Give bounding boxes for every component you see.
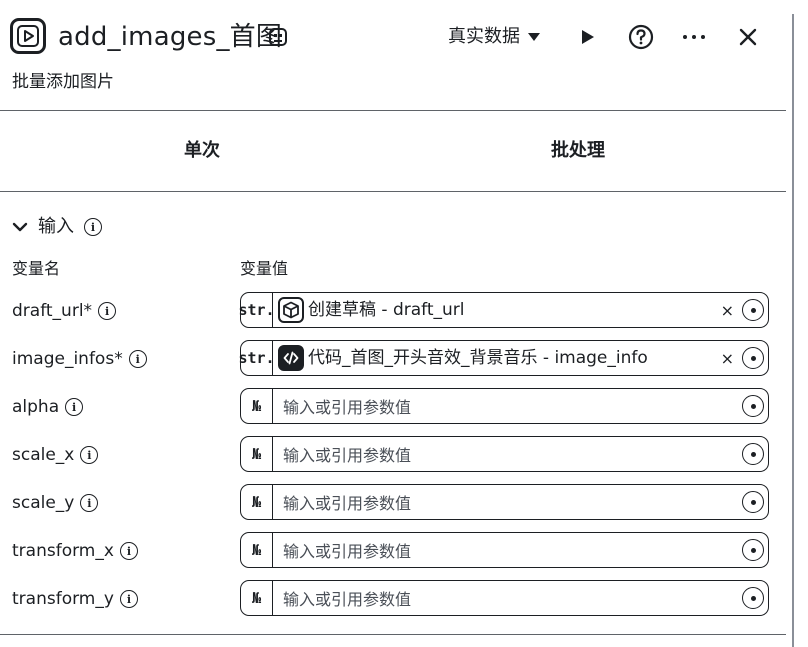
variable-reference-icon[interactable] bbox=[742, 587, 764, 609]
clear-button[interactable]: × bbox=[721, 301, 734, 320]
param-value-field[interactable]: str. 创建草稿 - draft_url × bbox=[238, 292, 769, 328]
variable-reference-icon[interactable] bbox=[742, 395, 764, 417]
param-value-field[interactable]: № 输入或引用参数值 bbox=[240, 388, 769, 424]
info-icon[interactable]: i bbox=[80, 446, 99, 464]
param-label: transform_x bbox=[12, 541, 114, 561]
param-label: scale_y bbox=[12, 493, 75, 513]
type-tag: str. bbox=[238, 341, 275, 375]
param-name: image_infos* i bbox=[12, 346, 147, 372]
input-placeholder[interactable]: 输入或引用参数值 bbox=[283, 538, 742, 562]
param-value-field[interactable]: № 输入或引用参数值 bbox=[240, 580, 769, 616]
help-button[interactable] bbox=[626, 22, 656, 52]
param-row-scale-x: scale_x i № 输入或引用参数值 bbox=[0, 436, 786, 474]
variable-reference-icon[interactable] bbox=[742, 443, 764, 465]
param-row-transform-x: transform_x i № 输入或引用参数值 bbox=[0, 532, 786, 570]
data-mode-label: 真实数据 bbox=[448, 26, 520, 47]
reference-value: 代码_首图_开头音效_背景音乐 - image_info bbox=[308, 348, 648, 368]
info-icon[interactable]: i bbox=[119, 590, 138, 608]
info-icon[interactable]: i bbox=[119, 542, 138, 560]
param-label: transform_y bbox=[12, 589, 114, 609]
node-description: 批量添加图片 bbox=[12, 72, 114, 92]
param-value-field[interactable]: № 输入或引用参数值 bbox=[240, 484, 769, 520]
param-name: scale_x i bbox=[12, 442, 99, 468]
plugin-badge-icon[interactable] bbox=[268, 26, 288, 48]
column-header-name: 变量名 bbox=[12, 259, 61, 278]
play-icon bbox=[582, 30, 594, 44]
type-tag: № bbox=[241, 437, 273, 471]
param-name: draft_url* i bbox=[12, 298, 117, 324]
data-mode-dropdown[interactable]: 真实数据 bbox=[448, 24, 540, 50]
section-divider bbox=[0, 634, 786, 635]
param-name: transform_x i bbox=[12, 538, 138, 564]
tab-batch[interactable]: 批处理 bbox=[551, 139, 605, 163]
more-icon bbox=[683, 35, 705, 39]
input-section-header[interactable]: 输入 i bbox=[12, 214, 102, 240]
type-tag: № bbox=[241, 581, 273, 615]
input-placeholder[interactable]: 输入或引用参数值 bbox=[283, 394, 742, 418]
variable-reference-icon[interactable] bbox=[742, 299, 764, 321]
section-title: 输入 bbox=[38, 216, 74, 237]
param-label: alpha bbox=[12, 397, 60, 417]
clear-button[interactable]: × bbox=[721, 349, 734, 368]
tabs-divider bbox=[0, 191, 786, 192]
box-icon bbox=[278, 297, 304, 323]
info-icon[interactable]: i bbox=[65, 398, 84, 416]
input-placeholder[interactable]: 输入或引用参数值 bbox=[283, 490, 742, 514]
mode-tabs: 单次 批处理 bbox=[0, 111, 786, 191]
caret-down-icon bbox=[528, 33, 540, 41]
param-row-image-infos: image_infos* i str. 代码_首图_开头音效_背景音乐 - im… bbox=[0, 340, 786, 378]
input-placeholder[interactable]: 输入或引用参数值 bbox=[283, 586, 742, 610]
close-button[interactable] bbox=[733, 22, 763, 52]
code-icon bbox=[278, 345, 304, 371]
param-value-field[interactable]: № 输入或引用参数值 bbox=[240, 532, 769, 568]
node-header: add_images_首图 真实数据 批量添加图片 bbox=[0, 0, 786, 110]
param-row-scale-y: scale_y i № 输入或引用参数值 bbox=[0, 484, 786, 522]
param-value-field[interactable]: str. 代码_首图_开头音效_背景音乐 - image_info × bbox=[238, 340, 769, 376]
type-tag: № bbox=[241, 485, 273, 519]
video-node-icon bbox=[10, 18, 46, 54]
scrollbar-track[interactable] bbox=[792, 14, 794, 647]
type-tag: str. bbox=[238, 293, 275, 327]
param-row-transform-y: transform_y i № 输入或引用参数值 bbox=[0, 580, 786, 618]
info-icon[interactable]: i bbox=[84, 218, 102, 236]
param-label: image_infos* bbox=[12, 349, 123, 369]
chevron-down-icon bbox=[12, 222, 28, 232]
param-row-draft-url: draft_url* i str. 创建草稿 - draft_url × bbox=[0, 292, 786, 330]
param-label: draft_url* bbox=[12, 301, 93, 321]
param-row-alpha: alpha i № 输入或引用参数值 bbox=[0, 388, 786, 426]
input-placeholder[interactable]: 输入或引用参数值 bbox=[283, 442, 742, 466]
node-title[interactable]: add_images_首图 bbox=[58, 20, 282, 54]
info-icon[interactable]: i bbox=[80, 494, 99, 512]
variable-reference-icon[interactable] bbox=[742, 347, 764, 369]
close-icon bbox=[739, 28, 757, 46]
param-value-field[interactable]: № 输入或引用参数值 bbox=[240, 436, 769, 472]
variable-reference-icon[interactable] bbox=[742, 539, 764, 561]
run-button[interactable] bbox=[572, 22, 602, 52]
param-name: scale_y i bbox=[12, 490, 99, 516]
param-label: scale_x bbox=[12, 445, 75, 465]
param-name: alpha i bbox=[12, 394, 84, 420]
help-icon bbox=[628, 24, 654, 50]
type-tag: № bbox=[241, 389, 273, 423]
info-icon[interactable]: i bbox=[98, 302, 117, 320]
reference-value: 创建草稿 - draft_url bbox=[308, 300, 465, 320]
column-header-value: 变量值 bbox=[240, 259, 289, 278]
info-icon[interactable]: i bbox=[128, 350, 147, 368]
type-tag: № bbox=[241, 533, 273, 567]
tab-single[interactable]: 单次 bbox=[184, 139, 220, 163]
variable-reference-icon[interactable] bbox=[742, 491, 764, 513]
param-name: transform_y i bbox=[12, 586, 138, 612]
more-button[interactable] bbox=[679, 22, 709, 52]
